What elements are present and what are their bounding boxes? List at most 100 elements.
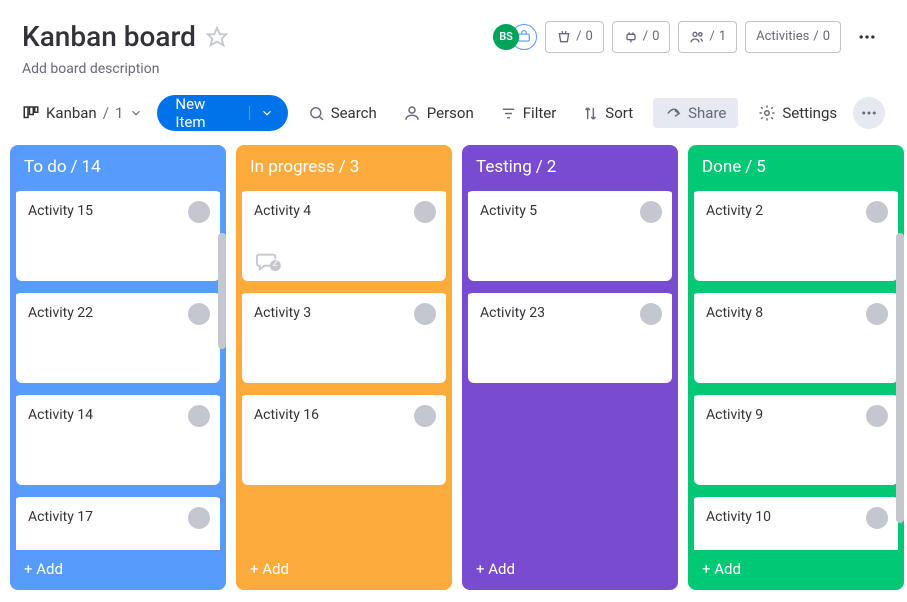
assignee-avatar[interactable] [188, 405, 210, 427]
card-title: Activity 16 [254, 407, 434, 423]
add-card-button[interactable]: + Add [688, 550, 904, 590]
activities-count: 0 [823, 29, 830, 44]
column-name: Done [702, 157, 741, 177]
card-title: Activity 22 [28, 305, 208, 321]
card[interactable]: Activity 3 [242, 289, 446, 383]
assignee-avatar[interactable] [188, 201, 210, 223]
automation-pill[interactable]: / 0 [545, 21, 604, 53]
column-count: 5 [756, 157, 766, 177]
card[interactable]: Activity 14 [16, 391, 220, 485]
comment-icon[interactable]: 2 [254, 251, 282, 273]
board-description[interactable]: Add board description [22, 61, 885, 77]
card[interactable]: Activity 9 [694, 391, 898, 485]
star-icon[interactable] [206, 26, 228, 48]
card-title: Activity 17 [28, 509, 208, 525]
new-item-button[interactable]: New Item [157, 95, 287, 131]
gear-icon [758, 104, 776, 122]
toolbar-more-icon[interactable] [853, 97, 885, 129]
card[interactable]: Activity 4 2 [242, 187, 446, 281]
filter-button[interactable]: Filter [494, 98, 563, 128]
automation-count: 0 [585, 29, 592, 44]
user-avatar: BS [493, 24, 519, 50]
members-icon [689, 29, 705, 45]
view-count: 1 [115, 104, 123, 122]
person-icon [403, 104, 421, 122]
column-header[interactable]: Testing / 2 [462, 145, 678, 187]
column-count: 2 [547, 157, 557, 177]
search-button[interactable]: Search [302, 98, 383, 128]
column-count: 14 [82, 157, 101, 177]
card[interactable]: Activity 16 [242, 391, 446, 485]
assignee-avatar[interactable] [866, 201, 888, 223]
person-button[interactable]: Person [397, 98, 480, 128]
sort-icon [582, 105, 599, 122]
column-name: Testing [476, 157, 532, 177]
card[interactable]: Activity 10 [694, 493, 898, 550]
card[interactable]: Activity 5 [468, 187, 672, 281]
assignee-avatar[interactable] [414, 201, 436, 223]
card[interactable]: Activity 8 [694, 289, 898, 383]
plug-icon [623, 29, 639, 45]
column-testing: Testing / 2 Activity 5 Activity 23 + Add [462, 145, 678, 590]
kanban-icon [22, 104, 40, 122]
filter-icon [500, 105, 517, 122]
assignee-avatar[interactable] [866, 507, 888, 529]
new-item-dropdown[interactable] [249, 106, 274, 120]
card[interactable]: Activity 15 [16, 187, 220, 281]
card[interactable]: Activity 23 [468, 289, 672, 383]
assignee-avatar[interactable] [188, 303, 210, 325]
card-title: Activity 14 [28, 407, 208, 423]
settings-button[interactable]: Settings [752, 98, 843, 128]
column-header[interactable]: Done / 5 [688, 145, 904, 187]
assignee-avatar[interactable] [640, 201, 662, 223]
comment-count: 2 [272, 258, 278, 269]
members-pill[interactable]: / 1 [678, 21, 737, 53]
card-title: Activity 4 [254, 203, 434, 219]
board-title[interactable]: Kanban board [22, 20, 196, 53]
column-body: Activity 2 Activity 8 Activity 9 Activit… [688, 187, 904, 550]
card-title: Activity 5 [480, 203, 660, 219]
board-avatars[interactable]: BS [493, 24, 537, 50]
share-icon [665, 105, 682, 122]
column-header[interactable]: To do / 14 [10, 145, 226, 187]
card-title: Activity 10 [706, 509, 886, 525]
card-title: Activity 2 [706, 203, 886, 219]
add-card-button[interactable]: + Add [462, 550, 678, 590]
column-body: Activity 15 Activity 22 Activity 14 Acti… [10, 187, 226, 550]
add-card-button[interactable]: + Add [236, 550, 452, 590]
column-header[interactable]: In progress / 3 [236, 145, 452, 187]
integration-pill[interactable]: / 0 [612, 21, 671, 53]
view-selector[interactable]: Kanban / 1 [22, 104, 143, 122]
column-body: Activity 4 2 Activity 3 Activity 16 [236, 187, 452, 550]
activities-pill[interactable]: Activities / 0 [745, 21, 841, 53]
scrollbar-thumb[interactable] [896, 233, 904, 523]
scrollbar-thumb[interactable] [218, 233, 226, 349]
add-card-button[interactable]: + Add [10, 550, 226, 590]
share-button[interactable]: Share [653, 98, 738, 128]
header-more-icon[interactable] [849, 23, 885, 51]
assignee-avatar[interactable] [414, 405, 436, 427]
column-inprogress: In progress / 3 Activity 4 2 Activity 3 [236, 145, 452, 590]
assignee-avatar[interactable] [414, 303, 436, 325]
column-name: In progress [250, 157, 335, 177]
column-body: Activity 5 Activity 23 [462, 187, 678, 550]
chevron-down-icon [129, 106, 143, 120]
card[interactable]: Activity 22 [16, 289, 220, 383]
members-count: 1 [719, 29, 726, 44]
column-todo: To do / 14 Activity 15 Activity 22 Activ… [10, 145, 226, 590]
activities-label: Activities [756, 29, 809, 44]
card[interactable]: Activity 2 [694, 187, 898, 281]
new-item-label: New Item [175, 95, 238, 131]
assignee-avatar[interactable] [866, 303, 888, 325]
card-title: Activity 23 [480, 305, 660, 321]
search-icon [308, 105, 325, 122]
card[interactable]: Activity 17 [16, 493, 220, 550]
robot-icon [556, 29, 572, 45]
assignee-avatar[interactable] [866, 405, 888, 427]
column-done: Done / 5 Activity 2 Activity 8 Activity … [688, 145, 904, 590]
view-label: Kanban [46, 104, 97, 122]
assignee-avatar[interactable] [188, 507, 210, 529]
assignee-avatar[interactable] [640, 303, 662, 325]
integration-count: 0 [652, 29, 659, 44]
sort-button[interactable]: Sort [576, 98, 639, 128]
